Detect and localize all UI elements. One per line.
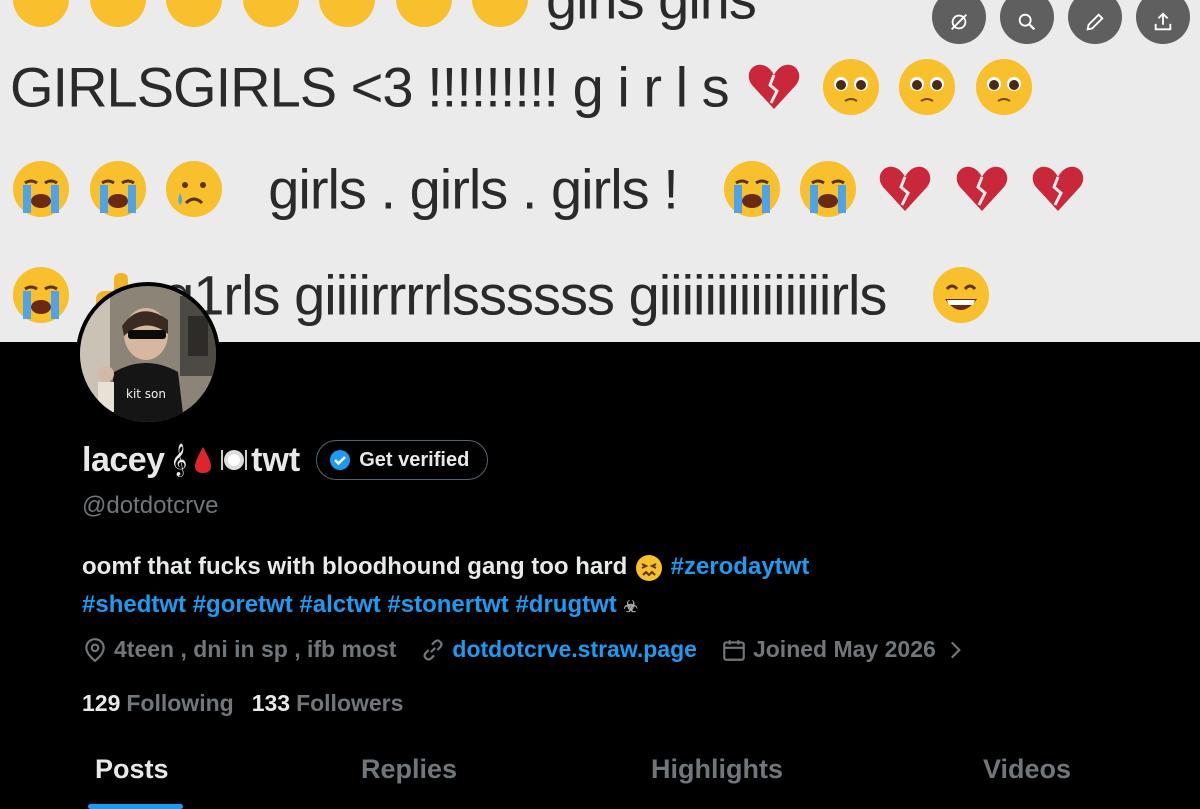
grinning-emoji-icon xyxy=(931,265,991,325)
sad-tear-emoji-icon xyxy=(164,159,224,219)
joined-text: Joined May 2026 xyxy=(752,636,936,662)
crying-emoji-icon xyxy=(241,0,301,29)
get-verified-label: Get verified xyxy=(359,448,470,471)
biohazard-glyph: ☣ xyxy=(623,599,638,616)
followers-link[interactable]: 133 Followers xyxy=(252,690,404,717)
profile-avatar[interactable]: kit son xyxy=(76,282,220,426)
banner-line-0: girls girls xyxy=(10,0,757,32)
hashtag-link[interactable]: #alctwt xyxy=(299,591,380,618)
location-text: 4teen , dni in sp , ifb most xyxy=(114,636,397,662)
banner-line-1: GIRLSGIRLS <3 !!!!!!!!! g i r l s xyxy=(10,50,1035,120)
crying-emoji-icon xyxy=(88,0,148,29)
banner-actions xyxy=(932,0,1200,44)
pencil-icon xyxy=(1086,13,1104,31)
tab-posts[interactable]: Posts xyxy=(95,754,169,785)
crying-emoji-icon xyxy=(470,0,530,29)
pleading-emoji-icon xyxy=(897,57,957,117)
location-pin-icon xyxy=(85,637,105,662)
get-verified-button[interactable]: Get verified xyxy=(316,440,489,480)
hashtag-link[interactable]: #stonertwt xyxy=(387,591,508,618)
profile-bio: oomf that fucks with bloodhound gang too… xyxy=(82,548,1142,627)
profile-meta: 4teen , dni in sp , ifb most dotdotcrve.… xyxy=(82,636,998,663)
followers-label: Followers xyxy=(296,690,404,716)
crying-emoji-icon xyxy=(11,0,71,29)
crying-emoji-icon xyxy=(164,0,224,29)
banner-text-1: GIRLSGIRLS <3 !!!!!!!!! g i r l s xyxy=(10,55,730,119)
active-tab-indicator xyxy=(88,804,183,809)
following-count: 129 xyxy=(82,690,121,716)
followers-count: 133 xyxy=(251,690,291,716)
bio-line-1: oomf that fucks with bloodhound gang too… xyxy=(82,548,1142,586)
location-item: 4teen , dni in sp , ifb most xyxy=(82,636,396,663)
following-link[interactable]: 129 Following xyxy=(82,690,234,717)
tab-videos[interactable]: Videos xyxy=(983,754,1071,785)
verified-badge-icon xyxy=(330,450,351,470)
follow-stats: 129 Following 133 Followers xyxy=(82,690,403,717)
share-icon xyxy=(1154,12,1172,31)
grok-button[interactable] xyxy=(932,0,986,44)
display-name-suffix: twt xyxy=(251,440,301,479)
crying-emoji-icon xyxy=(317,0,377,29)
crying-emoji-icon xyxy=(11,159,71,219)
pleading-emoji-icon xyxy=(821,57,881,117)
tab-highlights[interactable]: Highlights xyxy=(651,754,783,785)
edit-button[interactable] xyxy=(1068,0,1122,44)
crying-emoji-icon xyxy=(11,265,71,325)
grok-icon xyxy=(951,14,967,30)
search-icon xyxy=(1018,13,1036,31)
broken-heart-icon xyxy=(875,159,935,219)
profile-handle: @dotdotcrve xyxy=(82,492,219,519)
link-icon xyxy=(423,638,443,661)
bio-text: oomf that fucks with bloodhound gang too… xyxy=(82,553,628,580)
chevron-right-icon xyxy=(950,641,961,658)
calendar-icon xyxy=(723,639,745,661)
hashtag-link[interactable]: #drugtwt xyxy=(515,591,616,618)
avatar-shirt-text: kit son xyxy=(126,387,166,401)
drop-of-blood-icon xyxy=(193,445,213,475)
banner-text-3: g1rls giiiirrrrlssssss giiiiiiiiiiiiiiir… xyxy=(163,263,887,327)
crying-emoji-icon xyxy=(722,159,782,219)
joined-item[interactable]: Joined May 2026 xyxy=(721,636,974,663)
hashtag-link[interactable]: #goretwt xyxy=(193,591,293,618)
banner-text-2: girls . girls . girls ! xyxy=(268,157,678,221)
broken-heart-icon xyxy=(1028,159,1088,219)
crying-emoji-icon xyxy=(88,159,148,219)
banner-text-0: girls girls xyxy=(546,0,757,31)
website-link[interactable]: dotdotcrve.straw.page xyxy=(452,636,697,663)
search-button[interactable] xyxy=(1000,0,1054,44)
pleading-emoji-icon xyxy=(974,57,1034,117)
display-name: lacey xyxy=(82,440,165,479)
broken-heart-icon xyxy=(952,159,1012,219)
profile-tabs: Posts Replies Highlights Videos xyxy=(0,740,1200,809)
name-row: lacey 𝄞 twt Get verified xyxy=(82,440,489,480)
crying-emoji-icon xyxy=(394,0,454,29)
hashtag-link[interactable]: #shedtwt xyxy=(82,591,186,618)
hashtag-link[interactable]: #zerodaytwt xyxy=(671,553,810,580)
crying-emoji-icon xyxy=(798,159,858,219)
broken-heart-icon xyxy=(744,57,804,117)
tab-replies[interactable]: Replies xyxy=(361,754,457,785)
following-label: Following xyxy=(126,690,234,716)
bio-line-2: #shedtwt #goretwt #alctwt #stonertwt #dr… xyxy=(82,586,1142,627)
share-button[interactable] xyxy=(1136,0,1190,44)
plate-with-cutlery-icon xyxy=(221,447,248,473)
banner-line-2: girls . girls . girls ! xyxy=(10,152,1089,222)
treble-clef-glyph: 𝄞 xyxy=(170,443,188,476)
website-item[interactable]: dotdotcrve.straw.page xyxy=(420,636,697,663)
confounded-face-icon xyxy=(634,553,664,583)
